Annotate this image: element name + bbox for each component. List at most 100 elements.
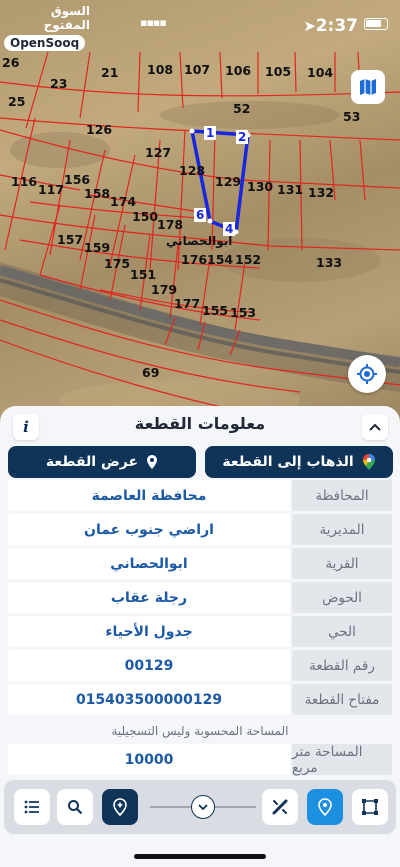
sheet-title: معلومات القطعة <box>134 414 266 433</box>
parcel-number: 153 <box>230 305 257 320</box>
list-icon <box>24 800 39 814</box>
parcel-number: 159 <box>84 240 111 255</box>
detail-value: رجلة عقاب <box>8 582 290 613</box>
ruler-icon <box>272 799 288 815</box>
detail-row-governorate: محافظة العاصمة المحافظة <box>8 480 392 511</box>
detail-row-directorate: اراضي جنوب عمان المديرية <box>8 514 392 545</box>
map-slider[interactable] <box>150 795 256 819</box>
detail-value: 015403500000129 <box>8 684 290 715</box>
area-note: المساحة المحسوبة وليس التسجيلية <box>111 724 289 738</box>
satellite-map[interactable]: 1 2 4 6 ابوالحصاني 26 23 25 21 108 107 1… <box>0 0 400 420</box>
parcel-number: 152 <box>235 252 262 267</box>
place-button[interactable] <box>307 789 343 825</box>
parcel-number: 127 <box>145 145 172 160</box>
signal-dots-icon: ▪▪▪▪ <box>140 16 167 29</box>
detail-row-village: ابوالحصاني القرية <box>8 548 392 579</box>
detail-label: الحوض <box>292 582 392 613</box>
parcel-info-sheet: i معلومات القطعة الذهاب إلى القطعة عرض ا… <box>0 406 400 867</box>
parcel-number: 69 <box>142 365 160 380</box>
place-icon <box>318 798 332 816</box>
chevron-up-icon <box>369 423 381 431</box>
parcel-number: 21 <box>101 65 119 80</box>
parcel-number: 174 <box>110 194 137 209</box>
parcel-number: 177 <box>174 296 201 311</box>
google-maps-pin-icon <box>362 454 375 470</box>
parcel-number: 117 <box>38 182 65 197</box>
location-arrow-icon: ➤ <box>303 17 316 35</box>
detail-label: المحافظة <box>292 480 392 511</box>
parcel-number: 116 <box>11 174 38 189</box>
detail-label: الحي <box>292 616 392 647</box>
parcel-number: 132 <box>308 185 335 200</box>
detail-value: ابوالحصاني <box>8 548 290 579</box>
slider-knob[interactable] <box>191 795 215 819</box>
go-to-plot-button[interactable]: الذهاب إلى القطعة <box>205 446 393 478</box>
parcel-number: 156 <box>64 172 91 187</box>
parcel-number: 128 <box>179 163 206 178</box>
locate-me-button[interactable] <box>348 355 386 393</box>
polygon-icon <box>362 799 378 815</box>
search-button[interactable] <box>57 789 93 825</box>
detail-value: محافظة العاصمة <box>8 480 290 511</box>
detail-value: جدول الأحياء <box>8 616 290 647</box>
parcel-number: 130 <box>247 179 274 194</box>
area-value: 10000 <box>8 744 290 775</box>
detail-value: اراضي جنوب عمان <box>8 514 290 545</box>
parcel-number: 53 <box>343 109 361 124</box>
parcel-number: 108 <box>147 62 174 77</box>
parcel-number: 157 <box>57 232 84 247</box>
map-layers-button[interactable] <box>351 70 385 104</box>
parcel-number: 131 <box>277 182 304 197</box>
parcel-number: 158 <box>84 186 111 201</box>
parcel-number-selected: 129 <box>215 174 242 189</box>
status-time: 2:37 <box>315 16 358 36</box>
view-plot-label: عرض القطعة <box>45 454 139 470</box>
detail-row-plot-number: 00129 رقم القطعة <box>8 650 392 681</box>
parcel-number: 126 <box>86 122 113 137</box>
location-pin-icon <box>147 455 158 469</box>
battery-icon <box>364 18 388 30</box>
parcel-number: 133 <box>316 255 343 270</box>
search-icon <box>68 800 83 815</box>
detail-label: مفتاح القطعة <box>292 684 392 715</box>
detail-row-plot-key: 015403500000129 مفتاح القطعة <box>8 684 392 715</box>
detail-label: القرية <box>292 548 392 579</box>
chevron-down-icon <box>198 804 208 811</box>
parcel-number: 104 <box>307 65 334 80</box>
vertex-label-1: 1 <box>204 126 217 140</box>
parcel-number: 151 <box>130 267 157 282</box>
add-marker-button[interactable] <box>102 789 138 825</box>
view-plot-button[interactable]: عرض القطعة <box>8 446 196 478</box>
collapse-sheet-button[interactable] <box>362 414 388 440</box>
parcel-number: 107 <box>184 62 211 77</box>
parcel-number: 154 <box>207 252 234 267</box>
locate-icon <box>357 364 377 384</box>
parcel-number: 175 <box>104 256 131 271</box>
village-map-label: ابوالحصاني <box>166 234 233 248</box>
detail-row-basin: رجلة عقاب الحوض <box>8 582 392 613</box>
detail-label: المديرية <box>292 514 392 545</box>
home-indicator <box>134 854 266 859</box>
vertex-label-6: 6 <box>194 208 207 222</box>
parcel-number: 105 <box>265 64 292 79</box>
parcel-number: 25 <box>8 94 26 109</box>
app-name-english: OpenSooq <box>4 35 86 51</box>
parcel-number: 52 <box>233 101 251 116</box>
parcel-number: 178 <box>157 217 184 232</box>
bottom-toolbar <box>4 780 396 834</box>
parcel-number: 23 <box>50 76 68 91</box>
parcel-details-list: محافظة العاصمة المحافظة اراضي جنوب عمان … <box>8 480 392 718</box>
app-logo: السوق المفتوح OpenSooq <box>4 4 90 51</box>
list-button[interactable] <box>14 789 50 825</box>
detail-label: رقم القطعة <box>292 650 392 681</box>
parcel-number: 179 <box>151 282 178 297</box>
parcel-number: 106 <box>225 63 252 78</box>
measure-button[interactable] <box>262 789 298 825</box>
vertex-label-2: 2 <box>236 130 249 144</box>
parcel-number: 26 <box>2 55 20 70</box>
detail-row-area: 10000 المساحة متر مربع <box>8 744 392 776</box>
polygon-button[interactable] <box>352 789 388 825</box>
detail-row-neighborhood: جدول الأحياء الحي <box>8 616 392 647</box>
parcel-number: 155 <box>202 303 229 318</box>
add-marker-icon <box>113 798 127 816</box>
